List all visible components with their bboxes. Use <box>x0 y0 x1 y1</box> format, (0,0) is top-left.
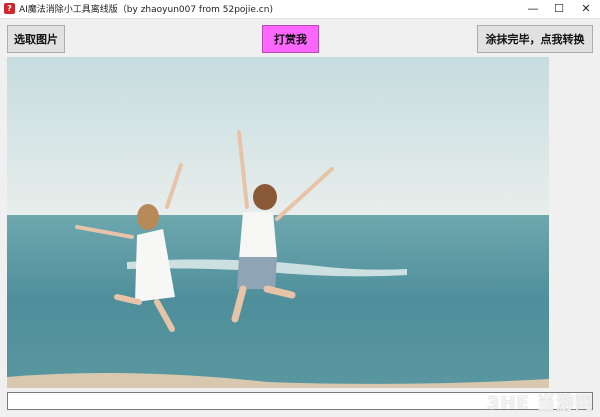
convert-button[interactable]: 涂抹完毕，点我转换 <box>477 25 593 53</box>
sea <box>7 215 549 388</box>
app-icon: ? <box>4 3 15 14</box>
watermark-logo: 3HE 当游网 <box>486 393 594 414</box>
window-title: AI魔法消除小工具离线版（by zhaoyun007 from 52pojie.… <box>19 5 273 15</box>
select-image-button[interactable]: 选取图片 <box>7 25 65 53</box>
close-button[interactable]: ✕ <box>572 0 600 18</box>
title-bar: ? AI魔法消除小工具离线版（by zhaoyun007 from 52poji… <box>0 0 600 19</box>
maximize-button[interactable]: ☐ <box>545 0 573 18</box>
sky <box>7 57 549 217</box>
image-canvas[interactable] <box>7 57 549 388</box>
beach-photo <box>7 57 549 388</box>
minimize-button[interactable]: — <box>519 0 547 18</box>
reward-button[interactable]: 打赏我 <box>262 25 319 53</box>
